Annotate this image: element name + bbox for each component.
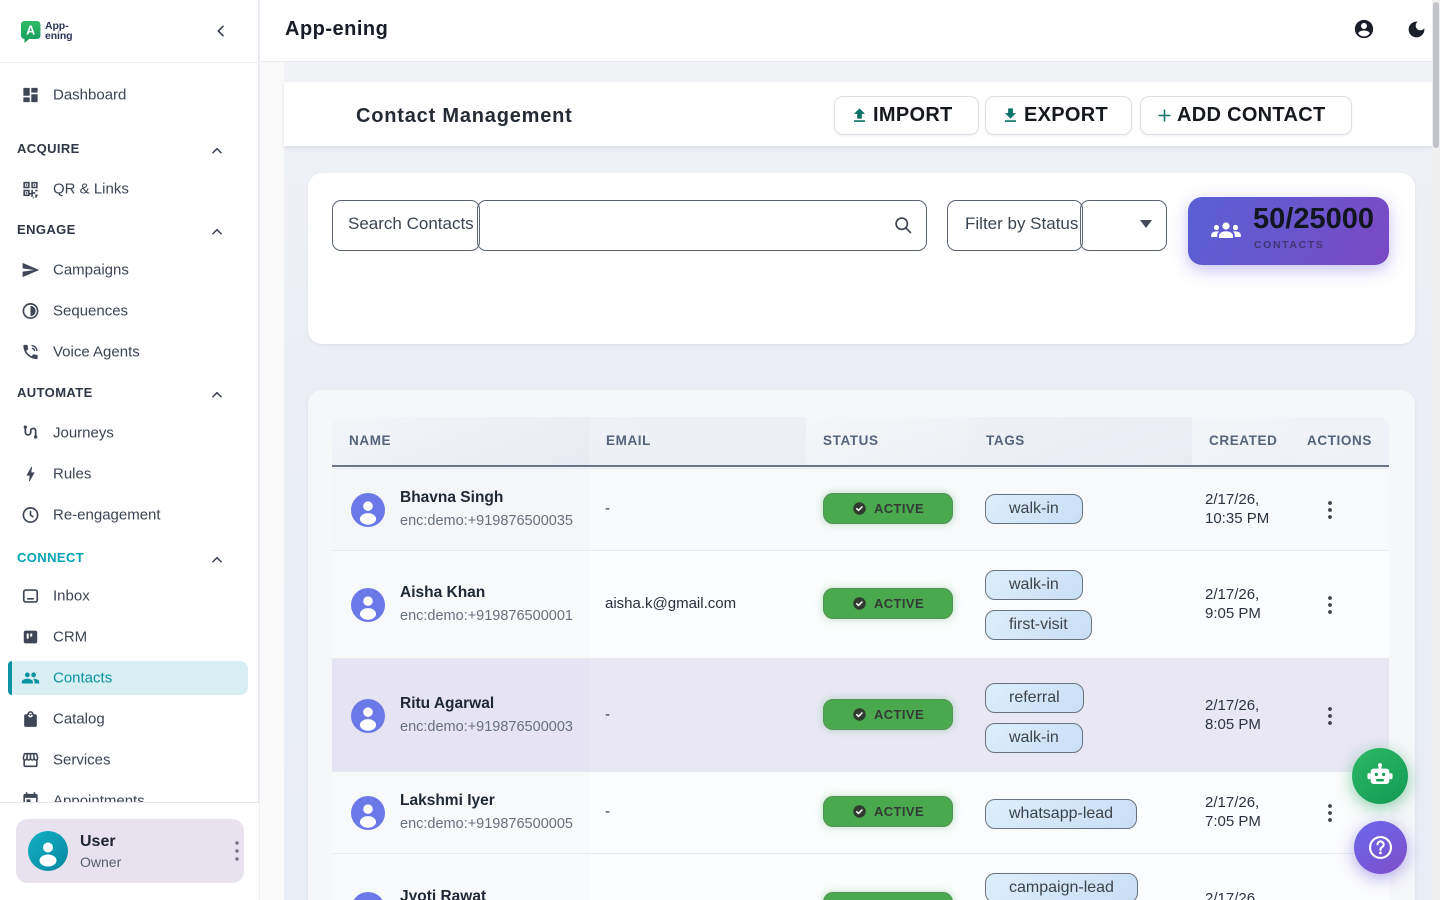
- svg-text:A: A: [26, 24, 35, 38]
